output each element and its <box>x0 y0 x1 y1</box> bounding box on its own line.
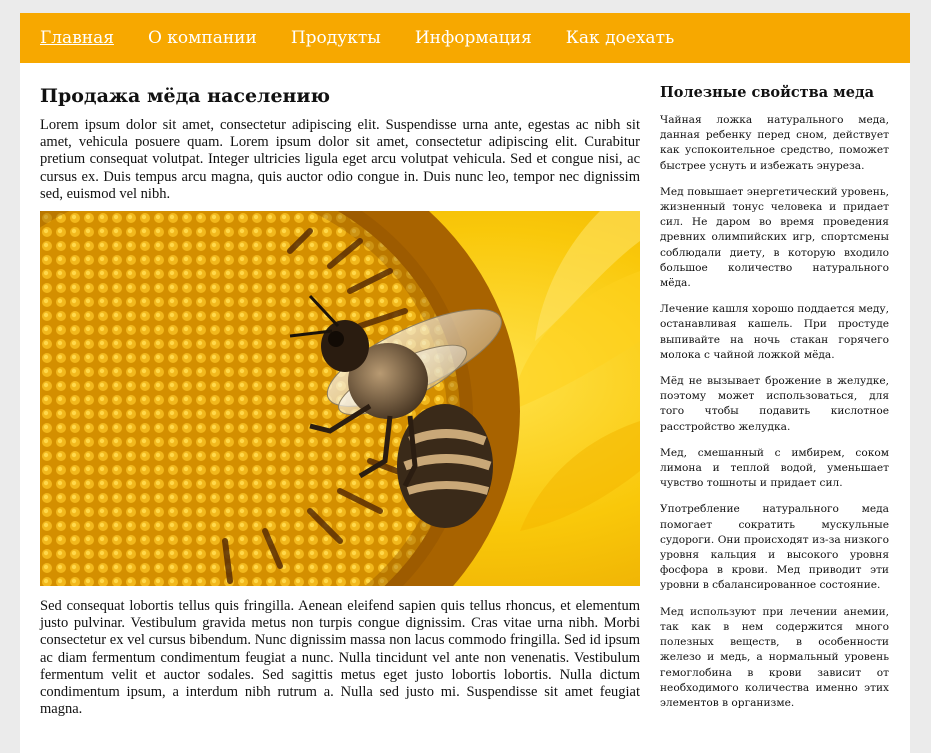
nav-link-info[interactable]: Информация <box>415 28 532 48</box>
main-nav: Главная О компании Продукты Информация К… <box>20 13 910 63</box>
sidebar-paragraph: Лечение кашля хорошо поддается меду, ост… <box>660 303 889 361</box>
sidebar-paragraph: Мед используют при лечении анемии, так к… <box>660 605 889 709</box>
sidebar-title: Полезные свойства меда <box>660 84 875 101</box>
page-container: Главная О компании Продукты Информация К… <box>20 13 910 753</box>
sidebar-paragraph: Мёд не вызывает брожение в желудке, поэт… <box>660 375 889 433</box>
intro-paragraph: Lorem ipsum dolor sit amet, consectetur … <box>40 117 640 202</box>
sidebar-paragraph: Чайная ложка натурального меда, данная р… <box>660 114 889 172</box>
nav-link-home[interactable]: Главная <box>40 28 114 48</box>
main-content: Продажа мёда населению Lorem ipsum dolor… <box>40 83 640 718</box>
body-paragraph: Sed consequat lobortis tellus quis fring… <box>40 598 640 718</box>
bee-on-sunflower-image <box>40 211 640 587</box>
sidebar-paragraph: Употребление натурального меда помогает … <box>660 503 889 592</box>
sidebar-paragraph: Мед повышает энергетический уровень, жиз… <box>660 185 889 290</box>
page-title: Продажа мёда населению <box>40 85 331 107</box>
sidebar-paragraph: Мед, смешанный с имбирем, соком лимона и… <box>660 446 889 490</box>
nav-link-directions[interactable]: Как доехать <box>566 28 674 48</box>
nav-link-about[interactable]: О компании <box>148 28 257 48</box>
sidebar: Полезные свойства меда Чайная ложка нату… <box>660 83 889 722</box>
nav-link-products[interactable]: Продукты <box>291 28 381 48</box>
